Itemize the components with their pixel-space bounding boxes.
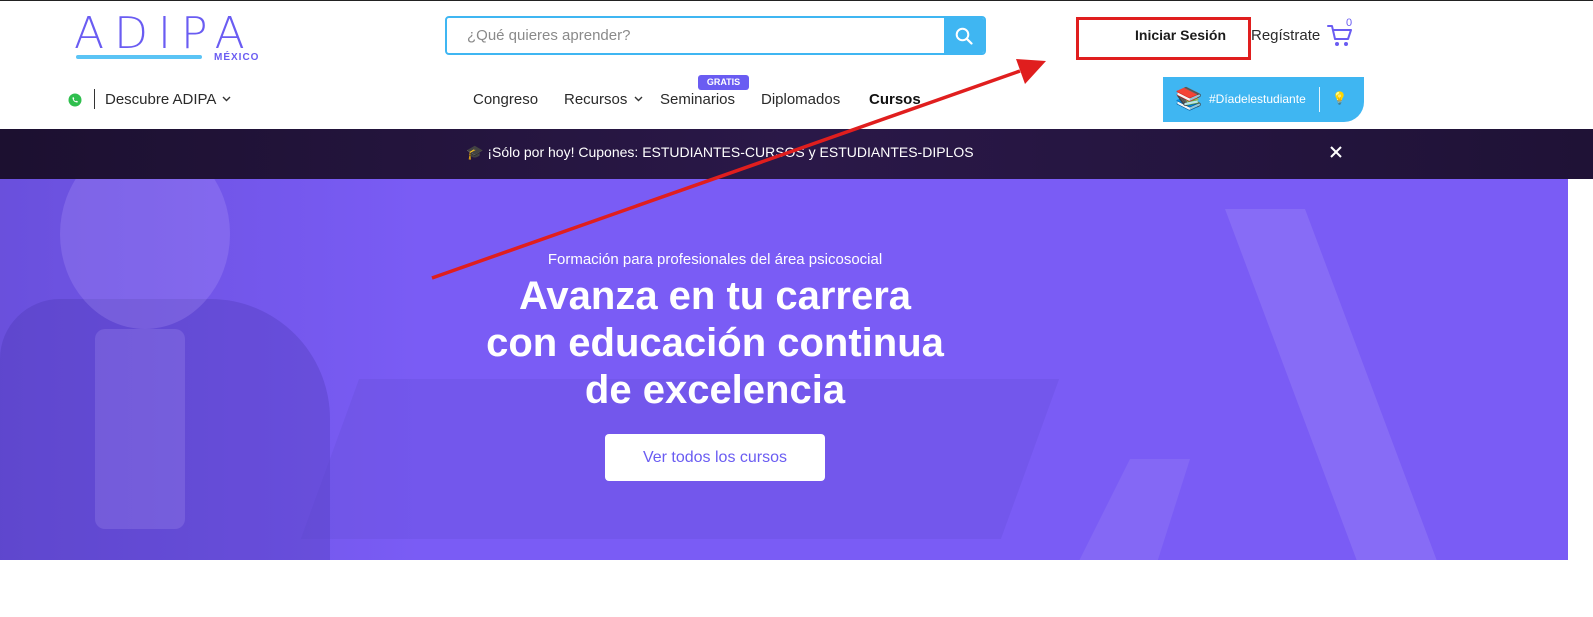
top-border <box>0 0 1593 1</box>
highlight-box <box>1076 17 1251 60</box>
announcement-text: 🎓 ¡Sólo por hoy! Cupones: ESTUDIANTES-CU… <box>466 144 974 160</box>
hero-title-line: con educación continua <box>486 321 944 365</box>
discover-label: Descubre ADIPA <box>105 91 216 108</box>
free-badge: GRATIS <box>698 75 749 90</box>
hero-title: Avanza en tu carrera con educación conti… <box>0 273 1430 414</box>
nav-cursos[interactable]: Cursos <box>869 91 921 108</box>
adipa-logo[interactable]: ADIPA MÉXICO <box>74 8 274 64</box>
hero-title-line: de excelencia <box>584 368 846 412</box>
hero-title-line: Avanza en tu carrera <box>518 274 912 318</box>
close-icon[interactable] <box>1326 142 1346 162</box>
discover-dropdown[interactable]: Descubre ADIPA <box>105 91 231 108</box>
promo-divider <box>1319 87 1320 112</box>
search-button[interactable] <box>944 18 984 53</box>
hero-subtitle: Formación para profesionales del área ps… <box>547 251 883 268</box>
books-icon: 📚 <box>1175 86 1203 111</box>
lightbulb-icon: 💡 <box>1332 91 1347 105</box>
search-bar <box>445 16 986 55</box>
logo-country: MÉXICO <box>214 52 260 63</box>
nav-seminarios[interactable]: Seminarios <box>660 91 735 108</box>
nav-recursos-label: Recursos <box>564 91 628 108</box>
hero-banner: Formación para profesionales del área ps… <box>0 179 1568 560</box>
nav-recursos[interactable]: Recursos <box>564 91 643 108</box>
register-link[interactable]: Regístrate <box>1251 27 1320 44</box>
whatsapp-icon[interactable] <box>68 93 82 107</box>
divider <box>94 89 95 109</box>
view-all-courses-button[interactable]: Ver todos los cursos <box>605 434 825 481</box>
student-day-promo-button[interactable]: 📚 #Díadelestudiante 💡 <box>1163 77 1364 122</box>
search-input[interactable] <box>447 18 945 53</box>
logo-underline <box>76 55 202 59</box>
nav-congreso[interactable]: Congreso <box>473 91 538 108</box>
nav-diplomados[interactable]: Diplomados <box>761 91 840 108</box>
announcement-bar: 🎓 ¡Sólo por hoy! Cupones: ESTUDIANTES-CU… <box>0 129 1593 179</box>
search-icon <box>955 27 973 45</box>
cart-count-badge: 0 <box>1346 17 1353 29</box>
chevron-down-icon <box>222 96 231 102</box>
promo-label: #Díadelestudiante <box>1209 92 1306 106</box>
chevron-down-icon <box>634 96 643 102</box>
